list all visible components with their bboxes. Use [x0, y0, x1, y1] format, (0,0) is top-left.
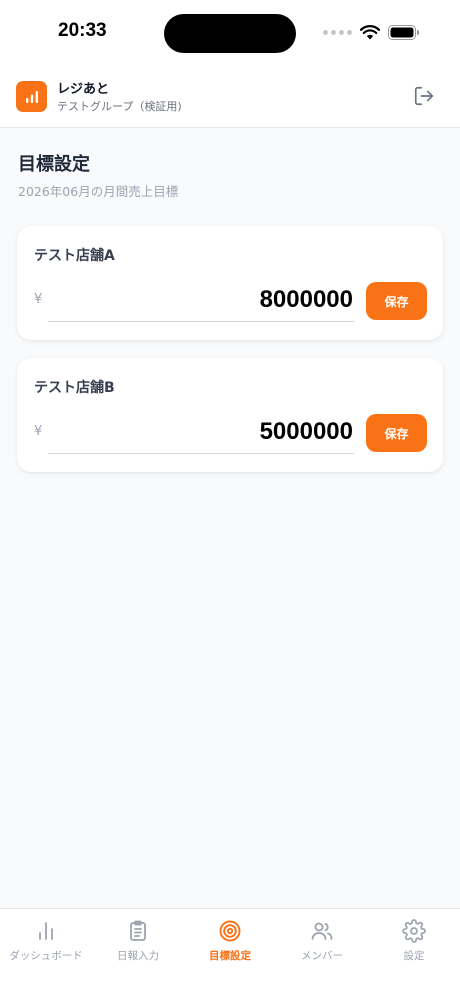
status-time: 20:33	[58, 20, 107, 41]
nav-label: 日報入力	[117, 950, 159, 962]
nav-label: 設定	[403, 950, 425, 962]
save-button[interactable]: 保存	[366, 414, 427, 452]
app-logo	[16, 81, 47, 112]
nav-label: ダッシュボード	[9, 950, 83, 962]
target-amount-input[interactable]: 8000000	[48, 282, 354, 322]
store-name: テスト店舗B	[34, 380, 115, 396]
currency-symbol: ¥	[34, 292, 43, 307]
currency-symbol: ¥	[34, 424, 43, 439]
page-subtitle: 2026年06月の月間売上目標	[18, 184, 179, 199]
status-indicators	[323, 25, 420, 40]
screen: 20:33 レジあと テストグループ（検証用) 目標設定 2026年06月の月間…	[0, 0, 460, 1000]
target-icon	[219, 920, 241, 942]
store-target-card: テスト店舗B ¥ 5000000 保存	[17, 358, 443, 472]
nav-item-dashboard[interactable]: ダッシュボード	[0, 917, 92, 973]
logout-icon	[414, 86, 434, 106]
nav-item-daily-report[interactable]: 日報入力	[92, 917, 184, 973]
group-name: テストグループ（検証用)	[57, 100, 182, 113]
app-name: レジあと	[57, 82, 110, 97]
users-icon	[311, 922, 333, 940]
battery-icon	[388, 25, 419, 40]
status-bar: 20:33	[0, 0, 460, 68]
store-name: テスト店舗A	[34, 248, 115, 264]
logout-button[interactable]	[412, 84, 436, 108]
wifi-icon	[360, 25, 380, 40]
dynamic-island	[164, 14, 296, 53]
app-header: レジあと テストグループ（検証用)	[0, 68, 460, 128]
signal-icon	[323, 30, 352, 35]
bar-chart-icon	[39, 922, 53, 940]
nav-label: メンバー	[301, 950, 343, 962]
target-amount-input[interactable]: 5000000	[48, 414, 354, 454]
bar-chart-icon	[25, 90, 38, 103]
nav-item-goal-setting[interactable]: 目標設定	[184, 917, 276, 973]
nav-item-members[interactable]: メンバー	[276, 917, 368, 973]
nav-label: 目標設定	[209, 950, 251, 962]
gear-icon	[402, 919, 426, 943]
save-button[interactable]: 保存	[366, 282, 427, 320]
store-target-card: テスト店舗A ¥ 8000000 保存	[17, 226, 443, 340]
bottom-nav: ダッシュボード 日報入力 目標設定 メンバー 設定	[0, 908, 460, 1000]
nav-item-settings[interactable]: 設定	[368, 917, 460, 973]
page-title: 目標設定	[18, 154, 90, 175]
clipboard-icon	[130, 920, 146, 941]
